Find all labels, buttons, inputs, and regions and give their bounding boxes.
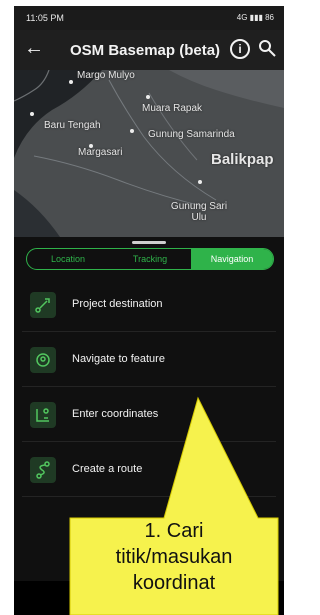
annotation-text: 1. Cari titik/masukan koordinat (70, 518, 278, 615)
annotation-line: koordinat (132, 572, 216, 594)
annotation-line: 1. Cari (144, 520, 204, 542)
screenshot-frame: 11:05 PM 4G ▮▮▮ 86 ← OSM Basemap (beta) … (0, 0, 284, 615)
annotation-line: titik/masukan (115, 546, 233, 568)
